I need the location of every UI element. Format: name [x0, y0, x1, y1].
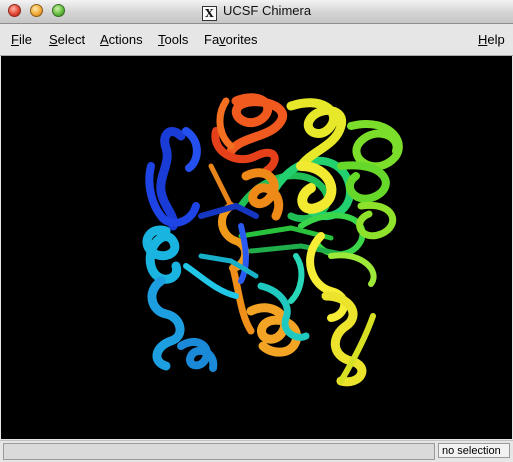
ribbon-cyan-region [142, 225, 310, 372]
title-bar: X UCSF Chimera [0, 0, 513, 24]
protein-ribbon-model [142, 93, 403, 387]
menu-select[interactable]: Select [49, 32, 85, 47]
status-message-field [3, 443, 435, 460]
x11-icon: X [201, 6, 217, 21]
menu-bar: File Select Actions Tools Favorites Help [0, 24, 513, 56]
status-bar: no selection [0, 440, 513, 462]
menu-favorites[interactable]: Favorites [204, 32, 257, 47]
ribbon-lime-region [328, 120, 403, 287]
menu-file[interactable]: File [11, 32, 32, 47]
window-title: UCSF Chimera [222, 3, 312, 18]
ribbon-redorange-region [211, 93, 287, 175]
menu-tools[interactable]: Tools [158, 32, 188, 47]
window-title-area: X UCSF Chimera [0, 3, 513, 21]
menu-help[interactable]: Help [478, 32, 505, 47]
selection-status[interactable]: no selection [438, 443, 510, 458]
graphics-viewer[interactable] [1, 56, 512, 439]
menu-actions[interactable]: Actions [100, 32, 143, 47]
